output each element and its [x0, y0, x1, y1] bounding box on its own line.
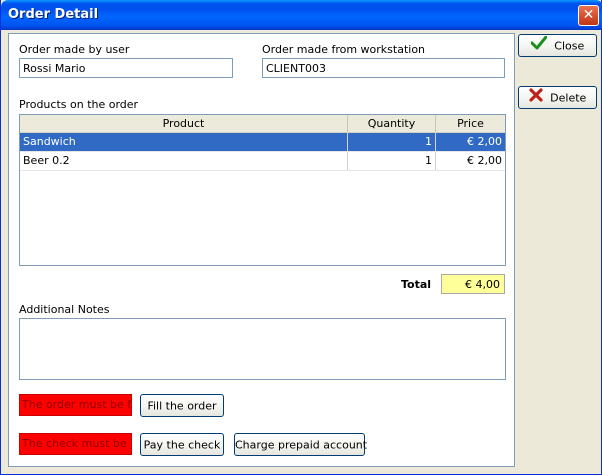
charge-prepaid-label: Charge prepaid account: [235, 438, 368, 452]
check-status: The check must be pai: [19, 433, 132, 455]
fill-order-button[interactable]: Fill the order: [140, 394, 224, 417]
products-grid[interactable]: Product Quantity Price Sandwich 1 € 2,00…: [19, 114, 506, 266]
column-header-product[interactable]: Product: [20, 115, 348, 132]
cell-product: Sandwich: [20, 133, 348, 151]
pay-check-button[interactable]: Pay the check: [140, 433, 224, 456]
red-x-icon: [529, 87, 543, 109]
notes-label: Additional Notes: [19, 303, 110, 316]
cell-quantity: 1: [348, 133, 436, 151]
order-detail-window: Order Detail ✕ Order made by user Rossi …: [0, 0, 602, 475]
cell-product: Beer 0.2: [20, 152, 348, 170]
window-close-button[interactable]: ✕: [578, 5, 599, 26]
column-header-quantity[interactable]: Quantity: [348, 115, 436, 132]
workstation-label: Order made from workstation: [262, 43, 426, 56]
order-panel: Order made by user Rossi Mario Order mad…: [8, 33, 515, 467]
checkmark-icon: [530, 35, 548, 57]
charge-prepaid-button[interactable]: Charge prepaid account: [234, 433, 368, 456]
pay-check-label: Pay the check: [143, 438, 221, 452]
delete-label: Delete: [550, 91, 587, 105]
fill-order-status: The order must be fille: [19, 394, 132, 416]
cell-price: € 2,00: [467, 135, 502, 148]
cell-quantity: 1: [348, 152, 436, 170]
products-label: Products on the order: [19, 98, 139, 111]
fill-order-label: Fill the order: [147, 399, 217, 413]
notes-textarea[interactable]: [19, 318, 506, 380]
title-bar: Order Detail ✕: [1, 0, 602, 30]
grid-header: Product Quantity Price: [20, 115, 505, 133]
total-value: € 4,00: [441, 274, 505, 294]
table-row[interactable]: Sandwich 1 € 2,00: [20, 133, 505, 152]
column-header-price[interactable]: Price: [436, 115, 505, 132]
workstation-field[interactable]: CLIENT003: [262, 58, 505, 78]
user-field[interactable]: Rossi Mario: [19, 58, 233, 78]
delete-button[interactable]: Delete: [518, 86, 597, 109]
window-title: Order Detail: [8, 7, 99, 22]
cell-price: € 2,00: [467, 154, 502, 167]
table-row[interactable]: Beer 0.2 1 € 2,00: [20, 152, 505, 171]
close-label: Close: [554, 39, 585, 53]
user-label: Order made by user: [19, 43, 130, 56]
close-button[interactable]: Close: [518, 34, 597, 57]
total-label: Total: [401, 278, 432, 291]
